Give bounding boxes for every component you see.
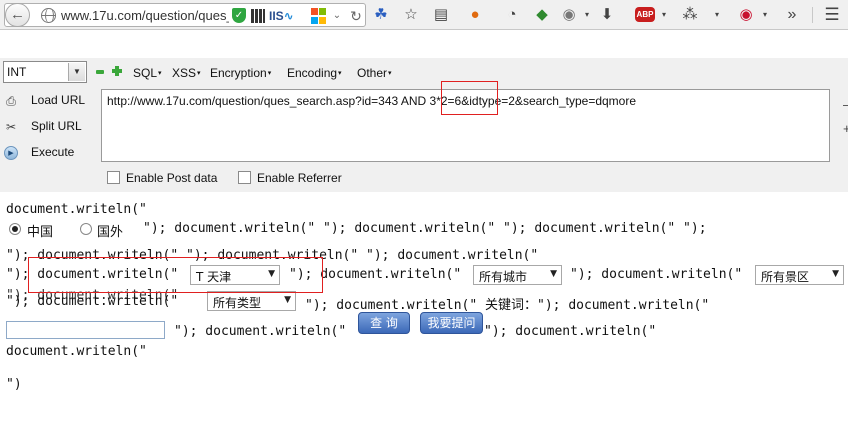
script-text-line-6b: "); document.writeln("	[484, 324, 657, 339]
script-text-line-6a: "); document.writeln("	[174, 324, 347, 339]
menu-sql-label: SQL	[133, 66, 158, 80]
scenic-select-value: 所有景区	[761, 270, 810, 284]
page-content: document.writeln(" 中国 国外 "); document.wr…	[0, 193, 848, 424]
chevron-down-icon: ▼	[832, 269, 839, 279]
palette-icon[interactable]: ◔	[503, 6, 521, 24]
url-textarea-text: http://www.17u.com/question/ques_search.…	[107, 94, 637, 108]
radio-foreign-label: 国外	[97, 225, 124, 240]
hackbar-panel: INT ▼ SQL▾ XSS▾ Encryption▾ Encoding▾ Ot…	[0, 58, 848, 192]
split-url-label: Split URL	[31, 119, 82, 133]
execute-label: Execute	[31, 145, 75, 159]
chevron-down-icon: ▼	[68, 63, 85, 81]
menu-other-label: Other	[357, 66, 388, 80]
query-button[interactable]: 查 询	[358, 312, 410, 334]
type-select-value: INT	[7, 65, 27, 79]
blue-feather-icon[interactable]: ☘	[372, 6, 390, 24]
star-icon[interactable]: ☆	[402, 6, 420, 24]
enable-post-data-label: Enable Post data	[126, 171, 218, 185]
menu-encryption[interactable]: Encryption▾	[210, 66, 271, 80]
radio-china[interactable]	[9, 223, 21, 235]
reload-icon[interactable]: ↻	[349, 8, 363, 24]
chevron-down-icon[interactable]: ▾	[708, 6, 726, 24]
browser-toolbar: ← www.17u.com/question/ques_search.asp?i…	[0, 0, 848, 30]
green-shield-icon[interactable]: ◆	[533, 6, 551, 24]
hamburger-menu-icon[interactable]: ☰	[823, 6, 841, 24]
qr-icon[interactable]	[251, 9, 265, 23]
url-dropdown-icon[interactable]: ⌄	[331, 8, 343, 24]
script-text-line-1: document.writeln("	[6, 202, 147, 217]
keyword-input[interactable]	[6, 321, 165, 339]
toolbar-separator	[812, 7, 813, 23]
red-swirl-icon[interactable]: ◉	[737, 6, 755, 24]
adblock-icon[interactable]: ABP	[635, 7, 655, 22]
download-icon[interactable]: ⬇	[598, 6, 616, 24]
shield-icon[interactable]: ✓	[232, 8, 246, 23]
menu-encryption-label: Encryption	[210, 66, 267, 80]
menu-xss[interactable]: XSS▾	[172, 66, 201, 80]
menu-sql[interactable]: SQL▾	[133, 66, 162, 80]
enable-referrer-label: Enable Referrer	[257, 171, 342, 185]
chevron-down-icon: ▼	[550, 269, 557, 279]
script-text-line-8: ")	[6, 377, 22, 392]
all-city-select[interactable]: 所有城市 ▼	[473, 265, 562, 285]
script-text-line-5a: "); document.writeln("	[6, 294, 179, 309]
iis-icon[interactable]: IIS∿	[269, 8, 307, 24]
radio-foreign[interactable]	[80, 223, 92, 235]
increase-icon[interactable]	[112, 66, 122, 76]
type-category-select[interactable]: 所有类型 ▼	[207, 291, 296, 311]
address-text[interactable]: www.17u.com/question/ques_search.asp?id=…	[61, 8, 229, 23]
script-text-line-5b: "); document.writeln(" 关键词："); document.…	[305, 298, 710, 313]
script-text-line-7: document.writeln("	[6, 344, 147, 359]
side-plus-icon[interactable]: +	[843, 121, 848, 136]
chevron-down-icon[interactable]: ▾	[578, 6, 596, 24]
address-bar[interactable]: ← www.17u.com/question/ques_search.asp?i…	[4, 3, 366, 27]
back-arrow-icon[interactable]: ←	[5, 3, 30, 27]
globe-icon[interactable]	[41, 8, 56, 23]
dropdown-arrow-icon: ▾	[388, 70, 392, 77]
checkbox-box[interactable]	[238, 171, 251, 184]
script-text-line-2: "); document.writeln(" "); document.writ…	[143, 221, 707, 236]
script-text-line-4c: "); document.writeln("	[570, 267, 743, 282]
more-icon[interactable]: »	[783, 6, 801, 24]
highlight-box	[28, 257, 323, 293]
chevron-down-icon[interactable]: ▾	[655, 6, 673, 24]
execute-button[interactable]: ▶ Execute	[0, 143, 100, 163]
load-url-label: Load URL	[31, 93, 86, 107]
chevron-down-icon: ▼	[284, 295, 291, 305]
dropdown-arrow-icon: ▾	[197, 70, 201, 77]
play-icon: ▶	[4, 146, 18, 160]
dropdown-arrow-icon: ▾	[267, 70, 272, 77]
iis-label: IIS	[269, 9, 284, 23]
dropdown-arrow-icon: ▾	[158, 70, 162, 77]
decrease-icon[interactable]	[96, 70, 104, 74]
bug-icon[interactable]: ⁂	[681, 6, 699, 24]
split-url-button[interactable]: ✂ Split URL	[0, 117, 100, 137]
menu-other[interactable]: Other▾	[357, 66, 392, 80]
firefox-icon[interactable]: ●	[466, 6, 484, 24]
windows-icon[interactable]	[311, 8, 327, 24]
type-category-select-value: 所有类型	[213, 296, 262, 310]
menu-encoding[interactable]: Encoding▾	[287, 66, 342, 80]
side-dash-icon[interactable]: –	[843, 97, 848, 112]
highlight-box	[441, 81, 498, 115]
bookmarks-icon[interactable]: ▤	[432, 6, 450, 24]
load-url-button[interactable]: ⎙ Load URL	[0, 91, 100, 111]
load-url-icon: ⎙	[6, 94, 16, 108]
split-url-icon: ✂	[5, 120, 17, 134]
ask-question-button[interactable]: 我要提问	[420, 312, 483, 334]
all-city-select-value: 所有城市	[479, 270, 528, 284]
menu-xss-label: XSS	[172, 66, 197, 80]
radio-china-label: 中国	[27, 225, 54, 240]
scenic-select[interactable]: 所有景区 ▼	[755, 265, 844, 285]
grey-circle-icon[interactable]: ◉	[560, 6, 578, 24]
checkbox-box[interactable]	[107, 171, 120, 184]
type-select[interactable]: INT ▼	[3, 61, 87, 83]
dropdown-arrow-icon: ▾	[338, 70, 342, 77]
menu-encoding-label: Encoding	[287, 66, 338, 80]
chevron-down-icon[interactable]: ▾	[756, 6, 774, 24]
